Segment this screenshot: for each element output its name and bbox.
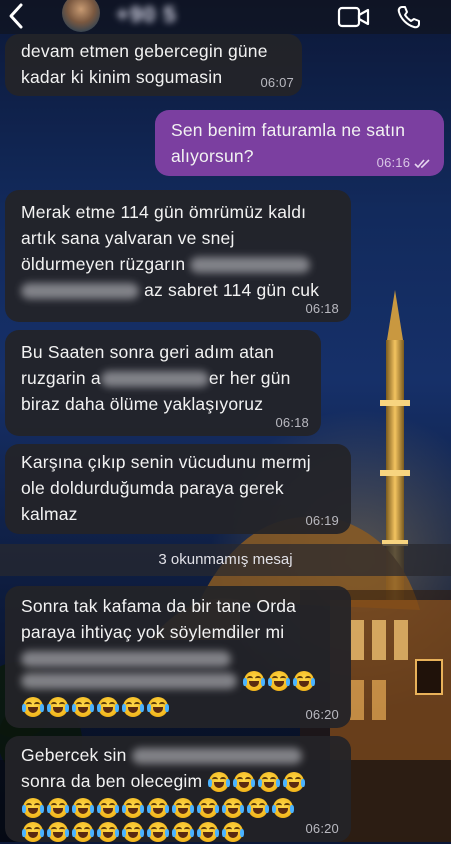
back-chevron-icon[interactable]: [6, 2, 26, 30]
chat-header: +90 5: [0, 0, 451, 34]
tears-of-joy-emoji-icon: [293, 671, 316, 692]
tears-of-joy-emoji-icon: [197, 798, 219, 819]
message-line: az sabret 114 gün cuk: [21, 277, 337, 303]
tears-of-joy-emoji-icon: [283, 772, 306, 793]
message-line-text: Gebercek sin: [21, 745, 127, 765]
tears-of-joy-emoji-icon: [22, 798, 44, 819]
message-time: 06:19: [305, 513, 339, 528]
video-call-icon[interactable]: [337, 5, 371, 29]
tears-of-joy-emoji-icon: [47, 822, 69, 843]
message-line: Sen benim faturamla ne satın: [171, 120, 406, 140]
message-bubble-outgoing[interactable]: Sen benim faturamla ne satın alıyorsun? …: [155, 110, 444, 176]
message-line: [21, 818, 337, 843]
message-line: Merak etme 114 gün ömrümüz kaldı: [21, 202, 307, 222]
message-time-text: 06:16: [376, 155, 411, 170]
tears-of-joy-emoji-icon: [172, 798, 194, 819]
tears-of-joy-emoji-icon: [233, 772, 256, 793]
tears-of-joy-emoji-icon: [72, 697, 94, 718]
tears-of-joy-emoji-icon: [258, 772, 281, 793]
message-line-text: er her gün: [208, 368, 291, 388]
tears-of-joy-emoji-icon: [147, 697, 169, 718]
tears-of-joy-emoji-icon: [172, 822, 194, 843]
tears-of-joy-emoji-icon: [47, 798, 69, 819]
tears-of-joy-emoji-icon: [122, 798, 144, 819]
tears-of-joy-emoji-icon: [22, 697, 44, 718]
redacted-text: [100, 371, 209, 388]
tears-of-joy-emoji-icon: [22, 822, 44, 843]
message-line: Bu Saaten sonra geri adım atan: [21, 342, 275, 362]
message-bubble-incoming[interactable]: Karşına çıkıp senin vücudunu mermj ole d…: [5, 444, 351, 534]
message-line: Karşına çıkıp senin vücudunu mermj: [21, 452, 311, 472]
tears-of-joy-emoji-icon: [97, 822, 119, 843]
message-bubble-incoming[interactable]: Merak etme 114 gün ömrümüz kaldı artık s…: [5, 190, 351, 322]
message-time: 06:18: [305, 301, 339, 316]
message-bubble-incoming[interactable]: Gebercek sin sonra da ben olecegim 06:20: [5, 736, 351, 843]
message-line: artık sana yalvaran ve snej: [21, 228, 235, 248]
message-line: Sonra tak kafama da bir tane Orda: [21, 596, 297, 616]
message-line-text: öldurmeyen rüzgarın: [21, 254, 186, 274]
redacted-text: [21, 283, 139, 300]
message-line-text: az sabret 114 gün cuk: [144, 280, 320, 300]
message-line: biraz daha ölüme yaklaşıyoruz: [21, 394, 264, 414]
message-line: [21, 645, 337, 668]
tears-of-joy-emoji-icon: [47, 697, 69, 718]
tears-of-joy-emoji-icon: [247, 798, 269, 819]
message-bubble-incoming[interactable]: devam etmen gebercegin güne kadar ki kin…: [5, 34, 302, 96]
message-line: öldurmeyen rüzgarın: [21, 251, 337, 277]
tears-of-joy-emoji-icon: [147, 798, 169, 819]
tears-of-joy-emoji-icon: [222, 822, 244, 843]
tears-of-joy-emoji-icon: [272, 798, 294, 819]
message-line: kadar ki kinim sogumasin: [21, 67, 223, 87]
message-line: paraya ihtiyaç yok söylemdiler mi: [21, 622, 285, 642]
avatar[interactable]: [62, 0, 100, 32]
redacted-text: [190, 257, 311, 274]
message-line: Gebercek sin: [21, 742, 337, 768]
message-bubble-incoming[interactable]: Sonra tak kafama da bir tane Orda paraya…: [5, 586, 351, 728]
phone-call-icon[interactable]: [396, 4, 422, 30]
message-line: devam etmen gebercegin güne: [21, 41, 268, 61]
message-time: 06:16: [377, 156, 432, 170]
tears-of-joy-emoji-icon: [243, 671, 266, 692]
message-line: ruzgarin a er her gün: [21, 365, 307, 391]
message-time: 06:20: [305, 821, 339, 836]
message-time: 06:07: [260, 75, 294, 90]
tears-of-joy-emoji-icon: [97, 798, 119, 819]
tears-of-joy-emoji-icon: [222, 798, 244, 819]
tears-of-joy-emoji-icon: [122, 822, 144, 843]
tears-of-joy-emoji-icon: [97, 697, 119, 718]
tears-of-joy-emoji-icon: [268, 671, 291, 692]
redacted-text: [21, 651, 231, 668]
tears-of-joy-emoji-icon: [208, 772, 231, 793]
message-line-text: ruzgarin a: [21, 368, 101, 388]
message-bubble-incoming[interactable]: Bu Saaten sonra geri adım atan ruzgarin …: [5, 330, 321, 436]
message-time: 06:20: [305, 707, 339, 722]
message-line: [21, 667, 337, 693]
tears-of-joy-emoji-icon: [72, 822, 94, 843]
message-line: [21, 693, 337, 719]
message-line: [21, 794, 337, 819]
read-receipt-icon: [414, 158, 430, 168]
tears-of-joy-emoji-icon: [122, 697, 144, 718]
tears-of-joy-emoji-icon: [72, 798, 94, 819]
tears-of-joy-emoji-icon: [197, 822, 219, 843]
unread-messages-divider: 3 okunmamış mesaj: [0, 544, 451, 576]
message-line: kalmaz: [21, 504, 78, 524]
contact-number[interactable]: +90 5: [116, 2, 177, 28]
message-time: 06:18: [275, 415, 309, 430]
message-line: sonra da ben olecegim: [21, 768, 337, 794]
tears-of-joy-emoji-icon: [147, 822, 169, 843]
message-line-text: sonra da ben olecegim: [21, 771, 203, 791]
message-line: ole doldurduğumda paraya gerek: [21, 478, 284, 498]
redacted-text: [21, 673, 237, 690]
redacted-text: [131, 748, 302, 765]
